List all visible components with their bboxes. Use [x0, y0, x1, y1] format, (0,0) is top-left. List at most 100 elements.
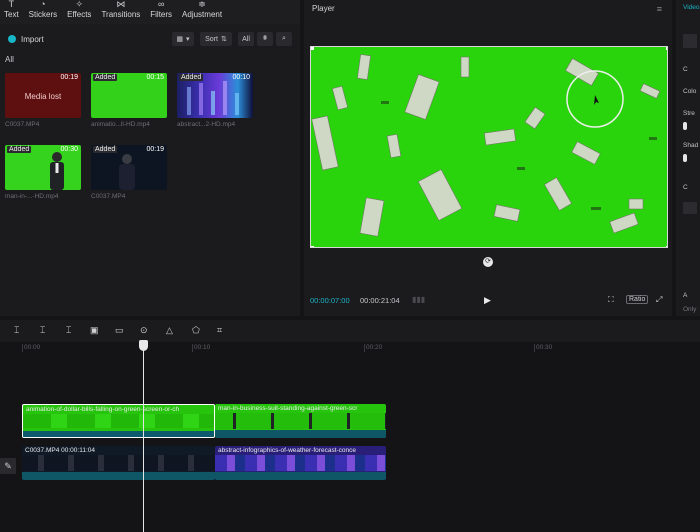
split-right-icon[interactable]: ⌶	[66, 325, 71, 336]
clip-thumbnail: Added 00:19	[91, 145, 167, 190]
timeline-clip-dollar-bills[interactable]: animation-of-dollar-bills-falling-on-gre…	[22, 404, 215, 438]
checkbox-label[interactable]: C	[683, 184, 688, 191]
tick-mark	[192, 344, 193, 352]
tick-mark	[364, 344, 365, 352]
added-badge: Added	[7, 146, 32, 153]
option-a-label[interactable]: A	[683, 292, 687, 299]
text-icon: T	[8, 0, 15, 9]
shadow-label: Shad	[683, 142, 699, 149]
video-preview[interactable]	[310, 46, 668, 248]
strength-label: Stre	[683, 110, 695, 117]
audio-strip	[23, 431, 214, 437]
sort-label: Sort	[205, 35, 218, 43]
strength-slider[interactable]	[683, 122, 687, 130]
clip-duration: 00:19	[60, 74, 78, 81]
tool-stickers[interactable]: ◔ Stickers	[29, 0, 57, 24]
media-clip-dollar-bills[interactable]: Added 00:15 animatio...ll-HD.mp4	[91, 73, 167, 128]
timeline[interactable]: 00:00 00:10 00:20 00:30 animation-of-dol…	[0, 342, 700, 532]
menu-icon[interactable]: ≡	[657, 4, 662, 14]
clip-label: C0037.MP4 00:00:11:04	[25, 447, 95, 454]
split-left-icon[interactable]: ⌶	[40, 325, 45, 336]
tool-effects[interactable]: ✧ Effects	[67, 0, 91, 24]
ratio-button[interactable]: Ratio	[626, 295, 649, 304]
rotate-icon[interactable]: ⬠	[192, 325, 200, 336]
time-tick: 00:30	[536, 344, 553, 351]
filter-icon: ⩩	[263, 35, 267, 42]
timeline-clip-man-in-suit[interactable]: man-in-business-suit-standing-against-gr…	[215, 404, 386, 438]
tool-filters[interactable]: ∞ Filters	[150, 0, 172, 24]
fullscreen-frame-icon[interactable]: ⛶	[608, 295, 614, 305]
split-icon[interactable]: ⌶	[14, 325, 19, 336]
rotate-handle-icon[interactable]: ⟳	[483, 257, 493, 267]
play-icon[interactable]: ▶	[484, 295, 491, 306]
playhead-handle[interactable]	[139, 340, 148, 351]
grid-icon: ▦	[176, 36, 184, 43]
filters-icon: ∞	[157, 0, 165, 9]
transitions-icon: ⋈	[116, 0, 126, 9]
freeze-icon[interactable]: ▭	[115, 325, 124, 336]
edit-pencil-icon[interactable]: ✎	[0, 458, 16, 474]
waveform-icon[interactable]: ▮▮▮	[412, 295, 425, 304]
tool-adjustment-label: Adjustment	[182, 10, 223, 19]
time-tick: 00:00	[24, 344, 41, 351]
falling-dollars-graphic	[311, 47, 667, 247]
clip-frames	[215, 455, 386, 471]
clip-name: man-in-...-HD.mp4	[5, 193, 59, 200]
total-time: 00:00:21:04	[360, 296, 400, 305]
audio-strip	[215, 472, 386, 480]
tool-text-label: Text	[4, 10, 19, 19]
tick-mark	[22, 344, 23, 352]
filter-icon-button[interactable]: ⩩	[257, 32, 273, 46]
tool-text[interactable]: T Text	[4, 0, 19, 24]
clip-frames	[215, 413, 386, 429]
player-title: Player	[312, 4, 335, 13]
media-clip-c0037[interactable]: Added 00:19 C0037.MP4	[91, 145, 167, 200]
color-swatch[interactable]	[683, 202, 697, 214]
color-label: Colo	[683, 88, 697, 95]
close-box-icon[interactable]	[683, 34, 697, 48]
clip-label: animation-of-dollar-bills-falling-on-gre…	[26, 406, 180, 413]
clip-name: C0037.MP4	[91, 193, 126, 200]
crop-icon[interactable]: ⌗	[217, 325, 222, 336]
clip-name: animatio...ll-HD.mp4	[91, 121, 150, 128]
search-button[interactable]: ⌕	[276, 32, 292, 46]
media-clip-abstract[interactable]: Added 00:10 abstract...2-HD.mp4	[177, 73, 253, 128]
tool-adjustment[interactable]: ≑ Adjustment	[182, 0, 222, 24]
tool-filters-label: Filters	[150, 10, 173, 19]
tool-transitions-label: Transitions	[101, 10, 141, 19]
clip-label: abstract-infographics-of-weather-forecas…	[218, 447, 357, 454]
time-tick: 00:10	[194, 344, 211, 351]
current-time: 00:00:07:00	[310, 296, 350, 305]
only-label: Only	[683, 306, 697, 313]
reverse-icon[interactable]: ⊙	[140, 325, 148, 336]
media-clip-media-lost[interactable]: 00:19 Media lost C0037.MP4	[5, 73, 81, 128]
audio-strip	[22, 472, 215, 480]
sort-button[interactable]: Sort ⇅	[200, 32, 232, 46]
chroma-checkbox-label[interactable]: C	[683, 66, 688, 73]
timeline-clip-c0037[interactable]: C0037.MP4 00:00:11:04	[22, 446, 215, 480]
filter-all-button[interactable]: All	[238, 32, 254, 46]
filter-all-label: All	[242, 35, 250, 43]
tool-transitions[interactable]: ⋈ Transitions	[101, 0, 140, 24]
expand-icon[interactable]: ⤢	[656, 295, 662, 305]
tool-effects-label: Effects	[67, 10, 92, 19]
clip-label: man-in-business-suit-standing-against-gr…	[218, 405, 358, 412]
timeline-clip-abstract[interactable]: abstract-infographics-of-weather-forecas…	[215, 446, 386, 480]
sticker-icon: ◔	[40, 0, 46, 9]
clip-frames	[23, 414, 214, 428]
clip-thumbnail: Added 00:10	[177, 73, 253, 118]
import-label: Import	[21, 34, 44, 44]
media-clip-man-in-suit[interactable]: Added 00:30 man-in-...-HD.mp4	[5, 145, 81, 200]
clip-name: C0037.MP4	[5, 121, 40, 128]
added-badge: Added	[93, 146, 118, 153]
mirror-icon[interactable]: △	[166, 325, 173, 336]
view-mode-button[interactable]: ▦ ▾	[172, 32, 194, 46]
clip-thumbnail: 00:19 Media lost	[5, 73, 81, 118]
playhead[interactable]	[143, 340, 144, 532]
import-button[interactable]: Import	[8, 32, 44, 46]
shadow-slider[interactable]	[683, 154, 687, 162]
clip-thumbnail: Added 00:15	[91, 73, 167, 118]
delete-icon[interactable]: ▣	[90, 325, 99, 336]
adjustment-icon: ≑	[198, 0, 206, 9]
panel-title: Video	[683, 4, 700, 11]
